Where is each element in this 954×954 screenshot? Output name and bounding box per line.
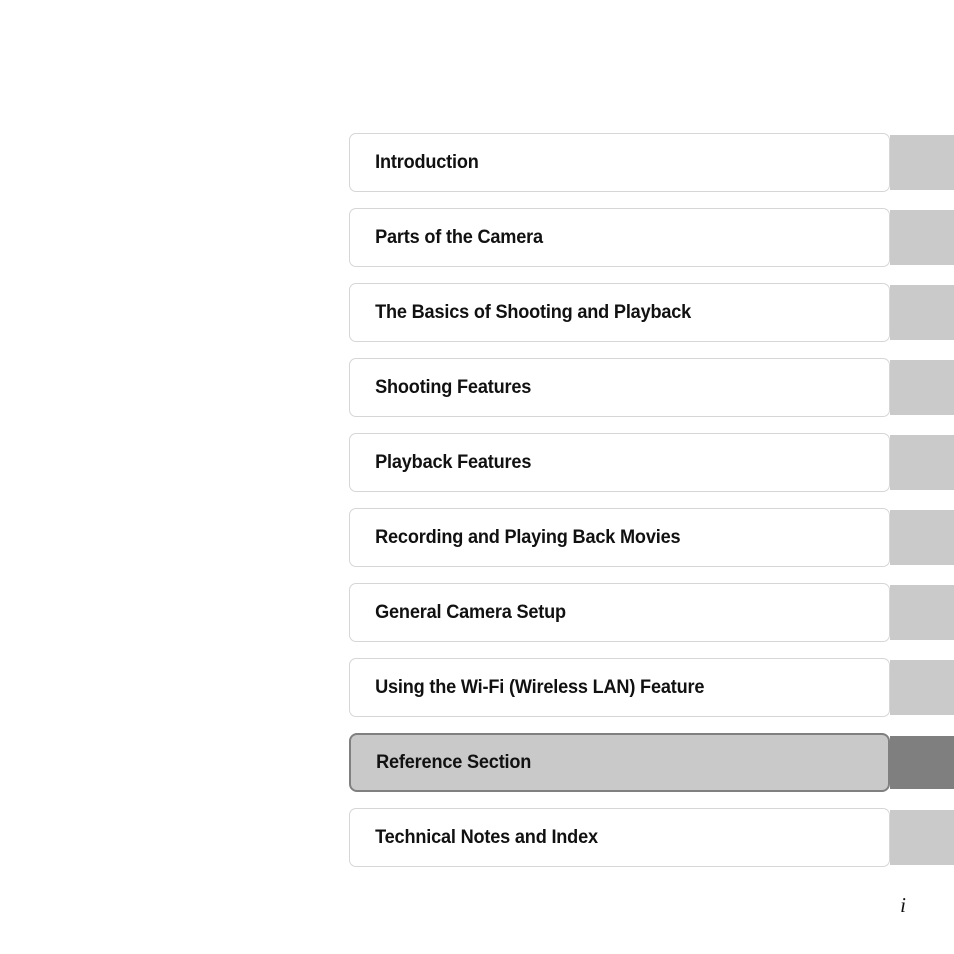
- chapter-index-row[interactable]: Playback Features: [349, 433, 954, 492]
- chapter-title: Playback Features: [375, 450, 532, 473]
- chapter-index-row[interactable]: Reference Section: [349, 733, 954, 792]
- chapter-card[interactable]: Recording and Playing Back Movies: [349, 508, 890, 567]
- chapter-thumb-tab[interactable]: [890, 135, 954, 190]
- chapter-card[interactable]: Reference Section: [349, 733, 890, 792]
- chapter-thumb-tab[interactable]: [890, 660, 954, 715]
- chapter-index-row[interactable]: Shooting Features: [349, 358, 954, 417]
- chapter-title: The Basics of Shooting and Playback: [375, 300, 692, 323]
- chapter-thumb-tab[interactable]: [890, 210, 954, 265]
- manual-chapter-index-page: Introduction Parts of the Camera The Basic…: [0, 0, 954, 954]
- chapter-index-row[interactable]: Using the Wi-Fi (Wireless LAN) Feature: [349, 658, 954, 717]
- chapter-thumb-tab[interactable]: [890, 585, 954, 640]
- chapter-index-row[interactable]: Introduction: [349, 133, 954, 192]
- chapter-card[interactable]: Technical Notes and Index: [349, 808, 890, 867]
- chapter-card[interactable]: Using the Wi-Fi (Wireless LAN) Feature: [349, 658, 890, 717]
- chapter-card[interactable]: Playback Features: [349, 433, 890, 492]
- chapter-card[interactable]: The Basics of Shooting and Playback: [349, 283, 890, 342]
- chapter-thumb-tab[interactable]: [890, 736, 954, 789]
- chapter-thumb-tab[interactable]: [890, 510, 954, 565]
- chapter-thumb-tab[interactable]: [890, 435, 954, 490]
- chapter-title: Reference Section: [376, 750, 532, 773]
- chapter-index-row[interactable]: Parts of the Camera: [349, 208, 954, 267]
- chapter-index-row[interactable]: Technical Notes and Index: [349, 808, 954, 867]
- chapter-title: Introduction: [375, 150, 479, 173]
- chapter-thumb-tab[interactable]: [890, 360, 954, 415]
- page-number-folio: i: [900, 893, 906, 917]
- chapter-card[interactable]: General Camera Setup: [349, 583, 890, 642]
- chapter-title: Parts of the Camera: [375, 225, 543, 248]
- chapter-index-row[interactable]: General Camera Setup: [349, 583, 954, 642]
- chapter-index-row[interactable]: Recording and Playing Back Movies: [349, 508, 954, 567]
- chapter-title: Recording and Playing Back Movies: [375, 525, 681, 548]
- chapter-title: General Camera Setup: [375, 600, 566, 623]
- chapter-index-list: Introduction Parts of the Camera The Basic…: [349, 133, 954, 867]
- chapter-index-row[interactable]: The Basics of Shooting and Playback: [349, 283, 954, 342]
- chapter-card[interactable]: Parts of the Camera: [349, 208, 890, 267]
- chapter-title: Using the Wi-Fi (Wireless LAN) Feature: [375, 675, 705, 698]
- chapter-title: Technical Notes and Index: [375, 825, 598, 848]
- chapter-card[interactable]: Introduction: [349, 133, 890, 192]
- chapter-title: Shooting Features: [375, 375, 532, 398]
- chapter-thumb-tab[interactable]: [890, 810, 954, 865]
- chapter-card[interactable]: Shooting Features: [349, 358, 890, 417]
- chapter-thumb-tab[interactable]: [890, 285, 954, 340]
